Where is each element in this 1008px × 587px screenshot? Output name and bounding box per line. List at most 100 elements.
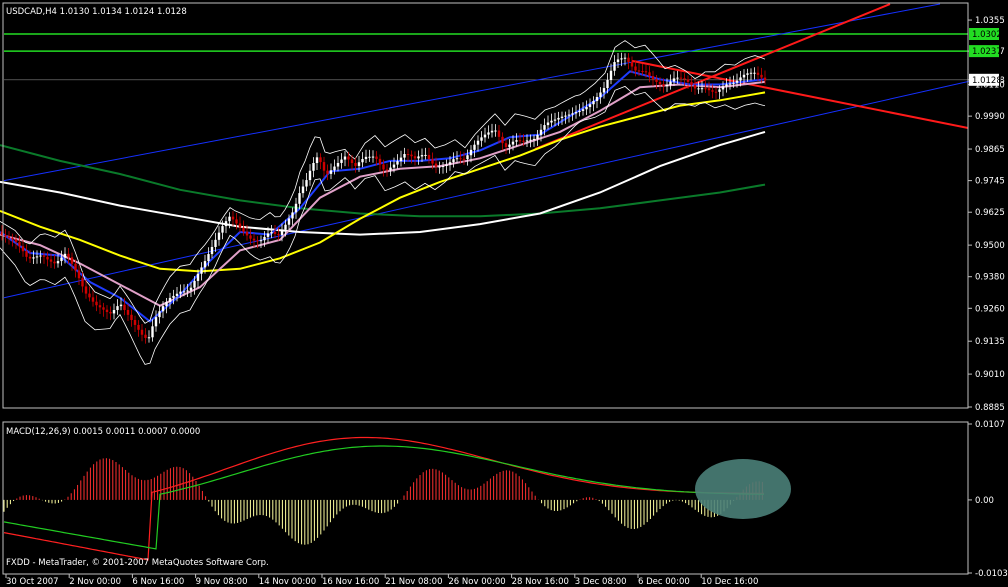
candle-body[interactable] xyxy=(466,155,469,160)
candle-body[interactable] xyxy=(529,139,532,141)
candle-body[interactable] xyxy=(130,314,133,321)
candle-body[interactable] xyxy=(749,72,753,74)
candle-body[interactable] xyxy=(4,235,7,237)
candle-body[interactable] xyxy=(574,112,578,114)
candle-body[interactable] xyxy=(322,162,326,171)
candle-body[interactable] xyxy=(81,278,84,287)
candle-body[interactable] xyxy=(357,162,361,166)
candle-body[interactable] xyxy=(49,259,53,262)
candle-body[interactable] xyxy=(210,246,214,255)
candle-body[interactable] xyxy=(742,74,746,78)
candle-body[interactable] xyxy=(340,159,343,163)
candle-body[interactable] xyxy=(301,186,305,194)
candle-body[interactable] xyxy=(581,109,585,111)
candle-body[interactable] xyxy=(168,297,172,302)
candle-body[interactable] xyxy=(704,88,707,90)
candle-body[interactable] xyxy=(627,57,630,63)
candle-body[interactable] xyxy=(728,83,732,85)
candle-body[interactable] xyxy=(207,254,210,262)
candle-body[interactable] xyxy=(28,256,32,259)
candle-body[interactable] xyxy=(144,334,147,338)
candle-body[interactable] xyxy=(91,297,95,302)
candle-body[interactable] xyxy=(32,257,35,259)
candle-body[interactable] xyxy=(504,143,508,147)
candle-body[interactable] xyxy=(438,166,441,168)
candle-body[interactable] xyxy=(154,317,158,327)
candle-body[interactable] xyxy=(658,81,662,85)
candle-body[interactable] xyxy=(543,125,546,130)
candle-body[interactable] xyxy=(382,164,385,170)
candle-body[interactable] xyxy=(77,270,81,279)
candle-body[interactable] xyxy=(413,156,417,159)
candle-body[interactable] xyxy=(595,96,599,102)
candle-body[interactable] xyxy=(707,88,711,91)
candle-body[interactable] xyxy=(333,166,336,171)
candle-body[interactable] xyxy=(46,256,49,260)
candle-body[interactable] xyxy=(161,306,165,312)
candle-body[interactable] xyxy=(305,180,308,187)
candle-body[interactable] xyxy=(245,231,249,236)
candle-body[interactable] xyxy=(39,255,42,257)
candle-body[interactable] xyxy=(319,157,322,163)
candle-body[interactable] xyxy=(263,236,266,241)
candle-body[interactable] xyxy=(550,120,553,123)
candle-body[interactable] xyxy=(410,154,413,157)
candle-body[interactable] xyxy=(25,251,28,257)
candle-body[interactable] xyxy=(753,72,756,74)
candle-body[interactable] xyxy=(224,221,228,227)
candle-body[interactable] xyxy=(553,119,557,121)
candle-body[interactable] xyxy=(266,233,270,237)
candle-body[interactable] xyxy=(487,132,490,135)
candle-body[interactable] xyxy=(133,320,137,325)
candle-body[interactable] xyxy=(546,122,550,126)
candle-body[interactable] xyxy=(623,57,627,59)
candle-body[interactable] xyxy=(242,227,245,232)
candle-body[interactable] xyxy=(690,81,693,86)
candle-body[interactable] xyxy=(641,71,644,73)
candle-body[interactable] xyxy=(417,156,420,159)
candle-body[interactable] xyxy=(116,306,119,311)
candle-body[interactable] xyxy=(200,267,203,274)
candle-body[interactable] xyxy=(182,291,186,293)
candle-body[interactable] xyxy=(620,58,623,60)
candle-body[interactable] xyxy=(515,140,518,142)
candle-body[interactable] xyxy=(448,162,452,165)
candle-body[interactable] xyxy=(462,158,466,160)
candle-body[interactable] xyxy=(67,253,70,258)
candle-body[interactable] xyxy=(469,149,473,156)
candle-body[interactable] xyxy=(679,77,683,79)
candle-body[interactable] xyxy=(560,116,564,118)
candle-body[interactable] xyxy=(228,216,231,222)
candle-body[interactable] xyxy=(564,115,567,117)
candle-body[interactable] xyxy=(522,140,525,142)
candle-body[interactable] xyxy=(672,78,676,82)
candle-body[interactable] xyxy=(700,88,704,90)
candle-body[interactable] xyxy=(35,256,39,258)
candle-body[interactable] xyxy=(7,236,11,238)
candle-body[interactable] xyxy=(63,253,67,258)
candle-body[interactable] xyxy=(697,88,700,90)
candle-body[interactable] xyxy=(427,154,431,160)
candle-body[interactable] xyxy=(158,311,161,318)
candle-body[interactable] xyxy=(53,261,56,264)
candle-body[interactable] xyxy=(735,80,739,83)
candle-body[interactable] xyxy=(406,154,410,156)
candle-body[interactable] xyxy=(126,309,130,315)
candle-body[interactable] xyxy=(361,159,364,163)
candle-body[interactable] xyxy=(291,212,294,219)
candle-body[interactable] xyxy=(312,162,315,171)
candle-body[interactable] xyxy=(84,286,88,294)
candle-body[interactable] xyxy=(732,82,735,84)
candle-body[interactable] xyxy=(259,240,263,242)
candle-body[interactable] xyxy=(186,290,189,292)
candle-body[interactable] xyxy=(599,92,602,97)
candle-body[interactable] xyxy=(718,89,721,92)
candle-body[interactable] xyxy=(308,170,312,181)
candle-body[interactable] xyxy=(634,66,637,71)
candle-body[interactable] xyxy=(431,159,434,164)
candle-body[interactable] xyxy=(270,232,273,234)
candle-body[interactable] xyxy=(196,273,200,281)
candle-body[interactable] xyxy=(235,219,238,224)
candle-body[interactable] xyxy=(518,140,522,142)
candle-body[interactable] xyxy=(364,156,368,160)
